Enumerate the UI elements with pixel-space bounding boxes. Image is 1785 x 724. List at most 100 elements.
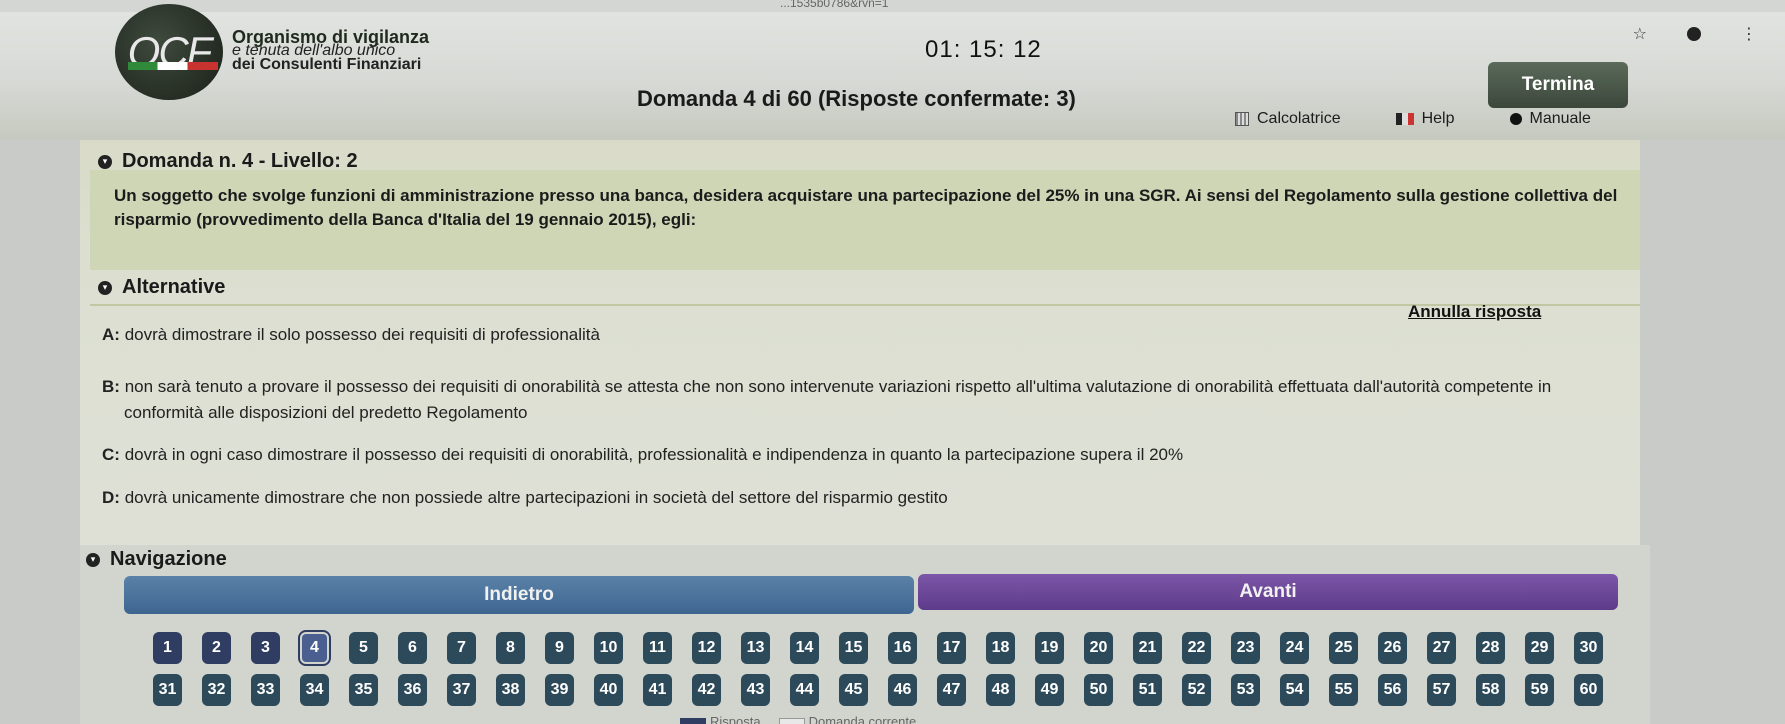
navigation-heading[interactable]: ▾ Navigazione [86,548,227,571]
question-nav-button-60[interactable]: 60 [1574,674,1603,706]
question-nav-button-31[interactable]: 31 [153,674,182,706]
help-label: Help [1421,110,1455,127]
org-line-3: dei Consulenti Finanziari [232,56,422,73]
answer-letter: A: [102,325,120,344]
question-counter: Domanda 4 di 60 (Risposte confermate: 3) [637,86,1076,111]
question-nav-button-28[interactable]: 28 [1476,632,1505,664]
question-nav-button-14[interactable]: 14 [790,632,819,664]
menu-dots-icon[interactable]: ⋮ [1741,24,1757,44]
answer-text: dovrà in ogni caso dimostrare il possess… [124,445,1184,464]
question-nav-button-27[interactable]: 27 [1427,632,1456,664]
question-nav-button-4[interactable]: 4 [298,630,331,666]
question-nav-button-2[interactable]: 2 [202,632,231,664]
legend-current: Domanda corrente [778,714,916,724]
question-nav-button-23[interactable]: 23 [1231,632,1260,664]
question-nav-button-32[interactable]: 32 [202,674,231,706]
alternatives-heading-label: Alternative [122,276,226,298]
answer-option-b[interactable]: B: non sarà tenuto a provare il possesso… [102,374,1632,426]
question-nav-button-50[interactable]: 50 [1084,674,1113,706]
browser-icons: ☆ ⋮ [1633,24,1757,44]
question-nav-button-51[interactable]: 51 [1133,674,1162,706]
help-button[interactable]: Help [1395,110,1455,128]
question-nav-button-49[interactable]: 49 [1035,674,1064,706]
question-nav-button-38[interactable]: 38 [496,674,525,706]
answer-text: dovrà dimostrare il solo possesso dei re… [124,325,600,344]
annulla-risposta-link[interactable]: Annulla risposta [1408,302,1541,322]
profile-icon[interactable] [1687,27,1701,41]
question-nav-button-12[interactable]: 12 [692,632,721,664]
manual-button[interactable]: Manuale [1509,110,1591,128]
question-nav-button-57[interactable]: 57 [1427,674,1456,706]
countdown-timer: 01: 15: 12 [925,36,1042,63]
question-nav-button-55[interactable]: 55 [1329,674,1358,706]
question-nav-button-30[interactable]: 30 [1574,632,1603,664]
question-nav-button-6[interactable]: 6 [398,632,427,664]
question-nav-button-11[interactable]: 11 [643,632,672,664]
answer-option-a[interactable]: A: dovrà dimostrare il solo possesso dei… [102,322,1632,348]
manual-label: Manuale [1529,110,1591,127]
navigation-heading-label: Navigazione [110,548,227,570]
question-grid-row-1: 1 2 3 4 5 6 7 8 9 10 11 12 13 14 15 16 17 18 19 20 21 22 23 24 2… [153,630,1633,666]
legend: Risposta Domanda corrente [680,714,916,724]
question-nav-button-20[interactable]: 20 [1084,632,1113,664]
question-nav-button-22[interactable]: 22 [1182,632,1211,664]
question-grid-row-2: 31 32 33 34 35 36 37 38 39 40 41 42 43 44 45 46 47 48 49 50… [153,674,1633,706]
question-nav-button-59[interactable]: 59 [1525,674,1554,706]
question-nav-button-13[interactable]: 13 [741,632,770,664]
question-nav-button-29[interactable]: 29 [1525,632,1554,664]
question-nav-button-58[interactable]: 58 [1476,674,1505,706]
avanti-button[interactable]: Avanti [918,574,1618,610]
question-nav-button-54[interactable]: 54 [1280,674,1309,706]
ocf-logo: OCF [115,4,223,100]
question-nav-button-45[interactable]: 45 [839,674,868,706]
alternatives-heading[interactable]: ▾ Alternative [98,276,225,299]
question-nav-button-34[interactable]: 34 [300,674,329,706]
question-nav-button-7[interactable]: 7 [447,632,476,664]
question-nav-button-21[interactable]: 21 [1133,632,1162,664]
star-icon[interactable]: ☆ [1633,24,1647,44]
question-nav-button-37[interactable]: 37 [447,674,476,706]
answer-option-c[interactable]: C: dovrà in ogni caso dimostrare il poss… [102,442,1632,468]
question-nav-button-25[interactable]: 25 [1329,632,1358,664]
question-nav-button-33[interactable]: 33 [251,674,280,706]
question-nav-button-16[interactable]: 16 [888,632,917,664]
calculator-label: Calcolatrice [1257,110,1341,127]
answer-text: non sarà tenuto a provare il possesso de… [124,377,1552,396]
question-nav-button-52[interactable]: 52 [1182,674,1211,706]
answer-text: dovrà unicamente dimostrare che non poss… [124,488,948,507]
question-nav-button-39[interactable]: 39 [545,674,574,706]
question-nav-button-41[interactable]: 41 [643,674,672,706]
indietro-button[interactable]: Indietro [124,576,914,614]
question-nav-button-18[interactable]: 18 [986,632,1015,664]
question-nav-button-9[interactable]: 9 [545,632,574,664]
question-nav-button-46[interactable]: 46 [888,674,917,706]
question-nav-button-35[interactable]: 35 [349,674,378,706]
question-nav-button-5[interactable]: 5 [349,632,378,664]
question-nav-button-1[interactable]: 1 [153,632,182,664]
question-nav-button-36[interactable]: 36 [398,674,427,706]
question-nav-button-26[interactable]: 26 [1378,632,1407,664]
question-nav-button-44[interactable]: 44 [790,674,819,706]
question-nav-button-19[interactable]: 19 [1035,632,1064,664]
italian-flag-stripe [128,62,218,70]
question-nav-button-40[interactable]: 40 [594,674,623,706]
browser-bar: ...1535b0786&rvn=1 [0,0,1785,12]
answer-letter: C: [102,445,120,464]
question-nav-button-15[interactable]: 15 [839,632,868,664]
question-nav-button-42[interactable]: 42 [692,674,721,706]
question-nav-button-8[interactable]: 8 [496,632,525,664]
question-nav-button-48[interactable]: 48 [986,674,1015,706]
question-nav-button-56[interactable]: 56 [1378,674,1407,706]
question-nav-button-10[interactable]: 10 [594,632,623,664]
question-nav-button-3[interactable]: 3 [251,632,280,664]
question-nav-button-43[interactable]: 43 [741,674,770,706]
question-nav-button-47[interactable]: 47 [937,674,966,706]
url-text[interactable]: ...1535b0786&rvn=1 [780,0,888,10]
calculator-button[interactable]: Calcolatrice [1235,110,1341,128]
termina-button[interactable]: Termina [1488,62,1628,108]
question-text: Un soggetto che svolge funzioni di ammin… [114,186,1618,229]
question-nav-button-24[interactable]: 24 [1280,632,1309,664]
question-nav-button-53[interactable]: 53 [1231,674,1260,706]
question-nav-button-17[interactable]: 17 [937,632,966,664]
answer-option-d[interactable]: D: dovrà unicamente dimostrare che non p… [102,485,1632,511]
